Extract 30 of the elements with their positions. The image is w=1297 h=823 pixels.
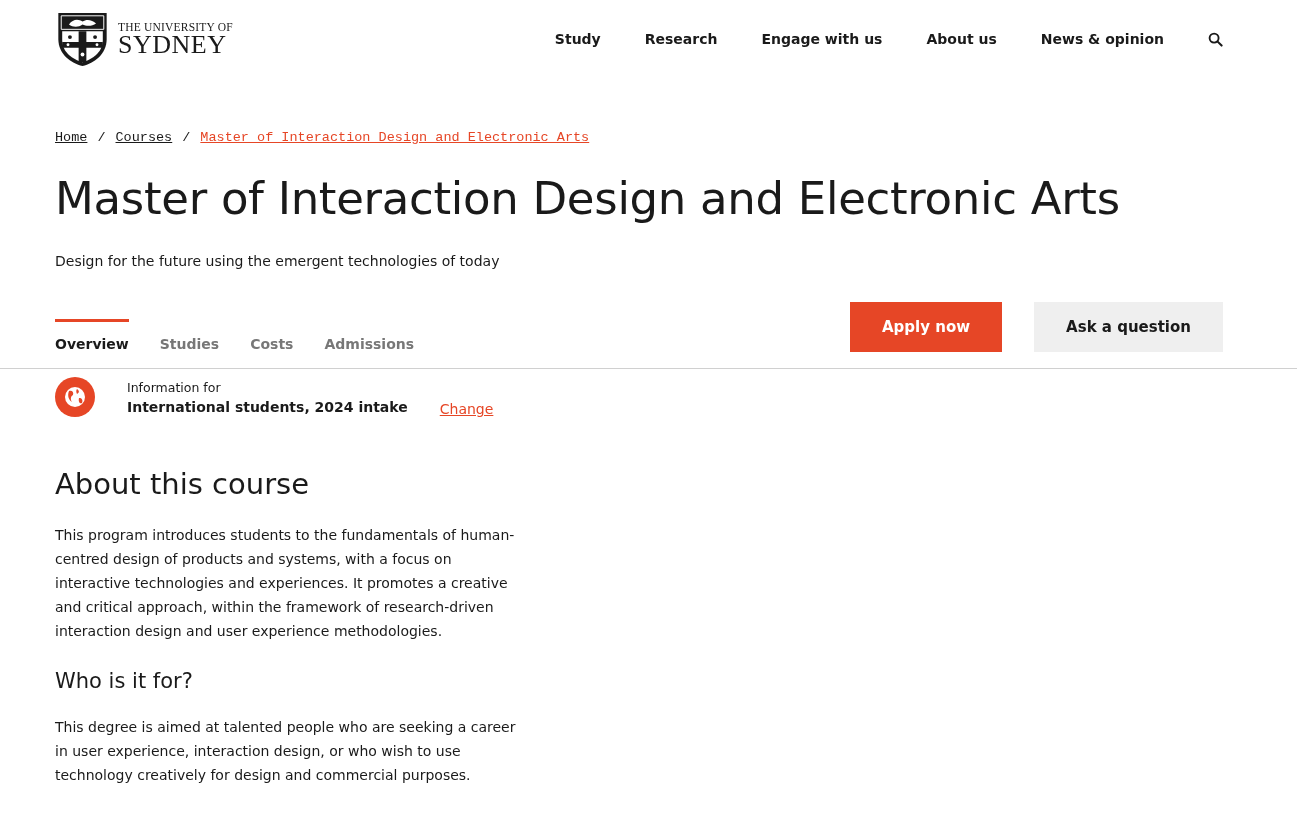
section-paragraph: This program introduces students to the fundamentals of human-centred design of products and systems, with a focus on interactive technologies and experiences. It promotes a creative and critical approach, within the framework of research-driven interaction design and user experience methodologies. (55, 526, 516, 641)
tab[interactable]: Costs (250, 319, 294, 352)
breadcrumb-link[interactable]: Home (55, 130, 88, 145)
info-label: Information for (127, 379, 222, 395)
search-icon[interactable] (1208, 31, 1223, 47)
section-paragraph: This degree is aimed at talented people who are seeking a career in user experience, interaction design, or who wish to use technology creatively for design and commercial purposes. (55, 718, 517, 785)
change-link[interactable]: Change (439, 401, 494, 417)
tab[interactable]: Studies (159, 319, 220, 352)
logo-wordmark: SYDNEY (118, 33, 227, 57)
breadcrumb-link[interactable]: Master of Interaction Design and Electronic Arts (200, 130, 590, 145)
page-subtitle: Design for the future using the emergent technologies of today (55, 253, 501, 269)
nav-link[interactable]: Engage with us (761, 31, 883, 47)
breadcrumb-separator: / (182, 130, 191, 145)
nav-link[interactable]: News & opinion (1040, 31, 1164, 47)
question-button[interactable]: Ask a question (1034, 302, 1223, 352)
crest-icon (55, 10, 110, 68)
nav-link[interactable]: Study (554, 31, 601, 47)
section-heading: Who is it for? (55, 669, 194, 693)
info-value: International students, 2024 intake (127, 398, 408, 415)
globe-icon (55, 377, 95, 417)
nav-link[interactable]: About us (926, 31, 997, 47)
page-title: Master of Interaction Design and Electronic Arts (55, 171, 1121, 227)
breadcrumb-link[interactable]: Courses (115, 130, 173, 145)
tab[interactable]: Overview (55, 319, 129, 352)
logo-tagline: THE UNIVERSITY OF (118, 21, 233, 33)
nav-link[interactable]: Research (644, 31, 718, 47)
tab[interactable]: Admissions (324, 319, 415, 352)
section-heading: About this course (55, 467, 311, 501)
breadcrumb-separator: / (97, 130, 106, 145)
apply-button[interactable]: Apply now (850, 302, 1003, 352)
